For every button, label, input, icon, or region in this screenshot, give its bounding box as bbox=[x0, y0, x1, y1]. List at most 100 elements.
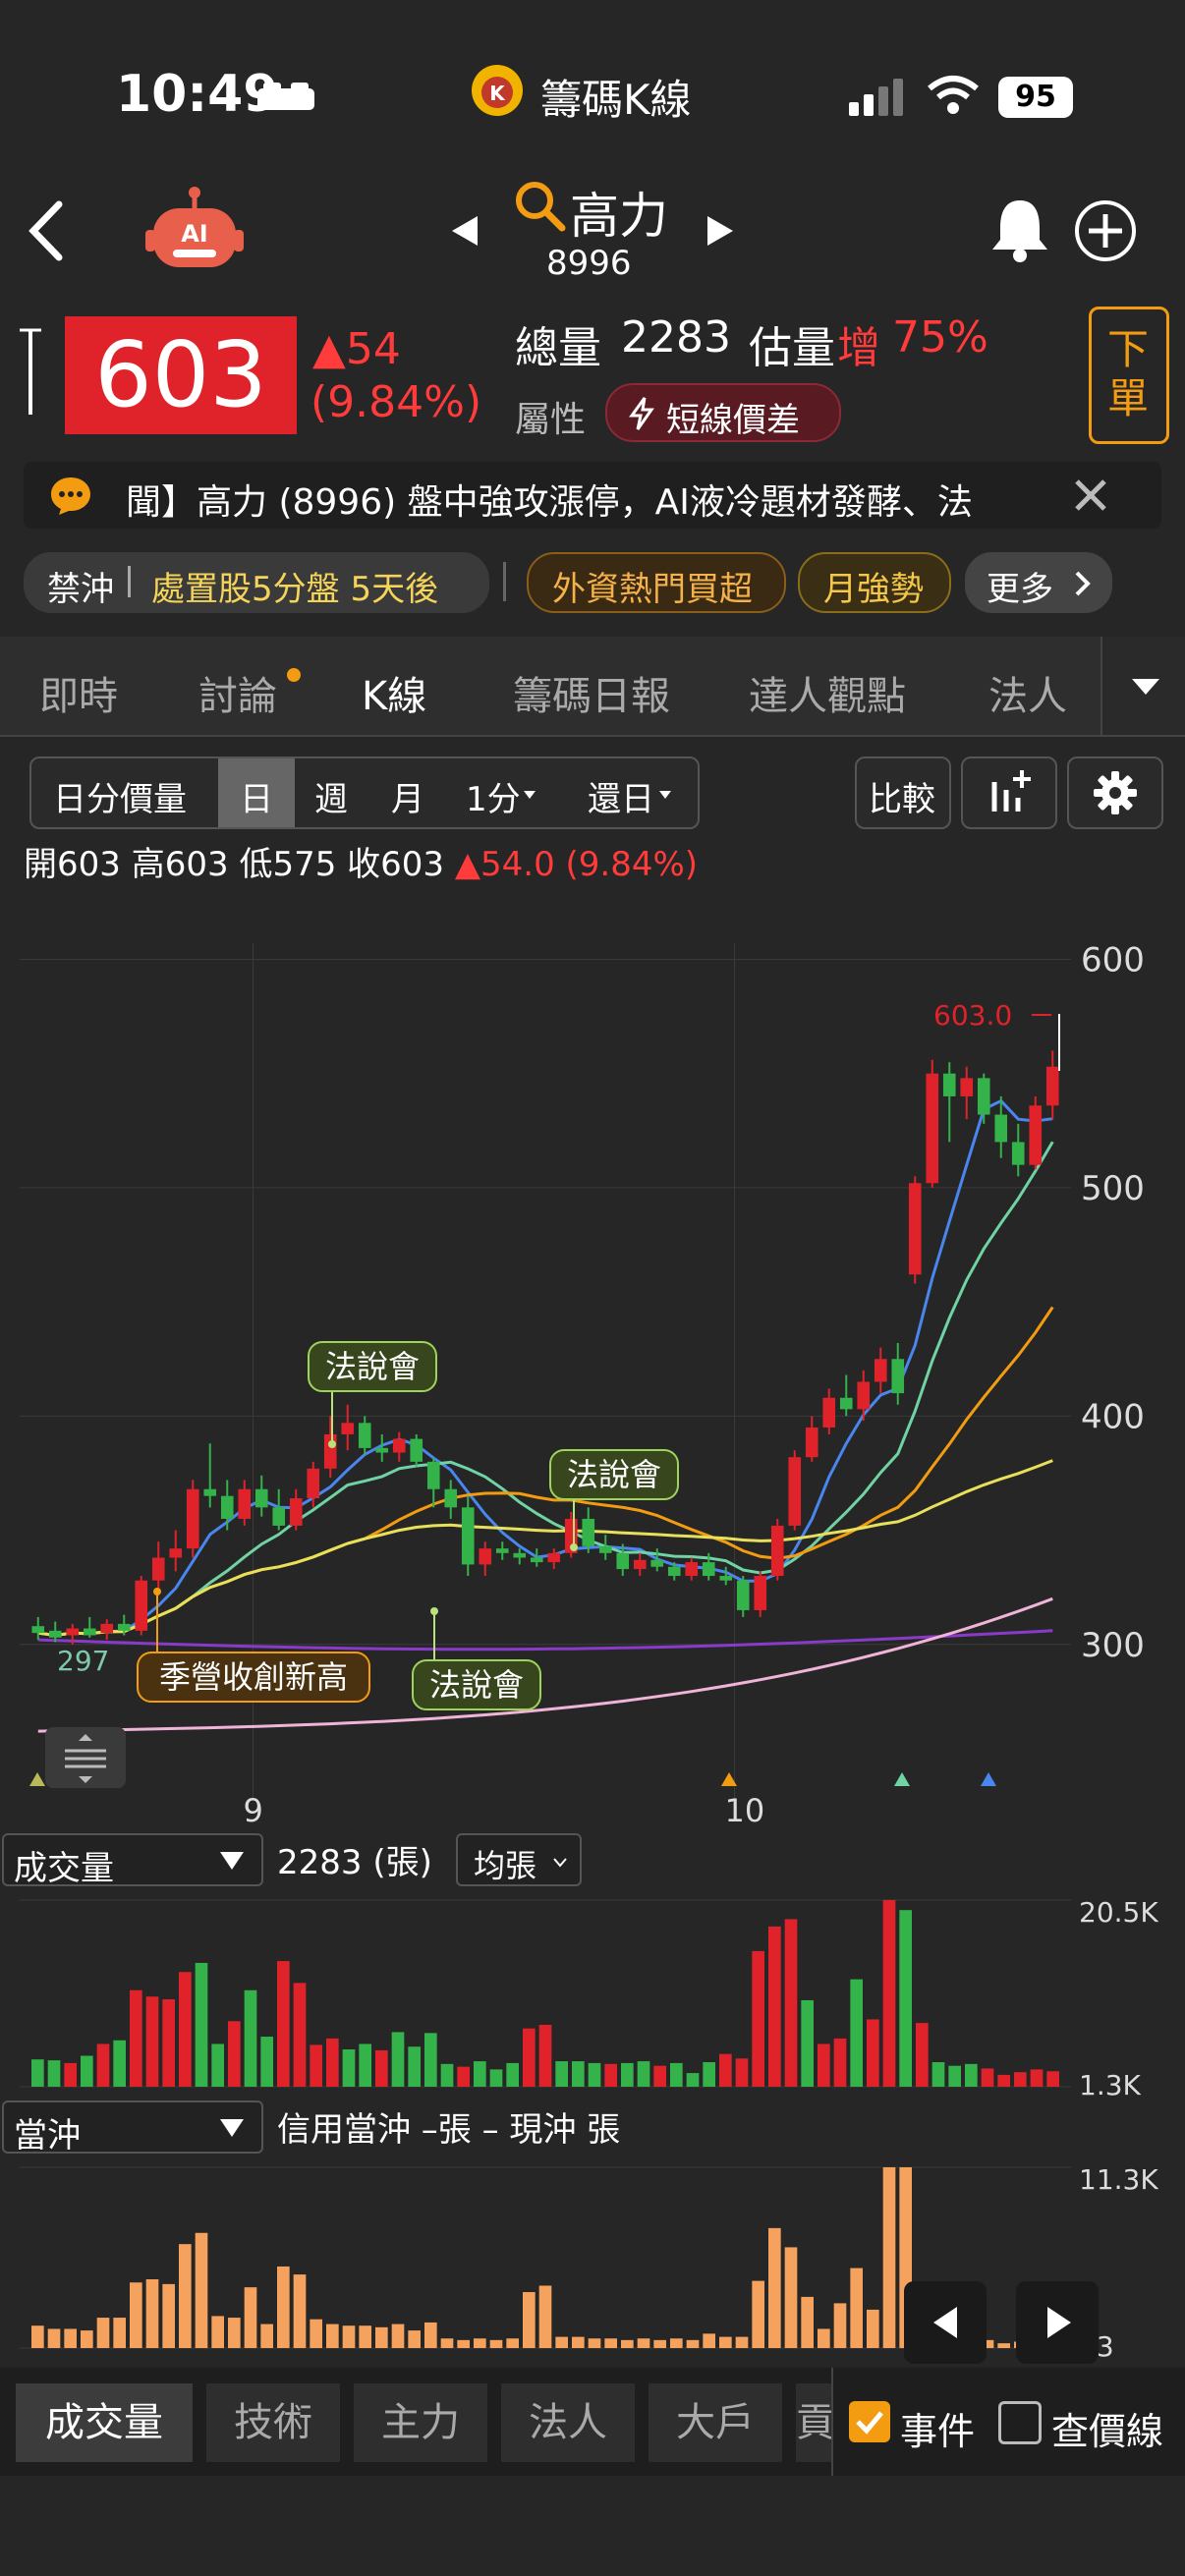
candle[interactable] bbox=[736, 1576, 750, 1617]
volume-bar[interactable] bbox=[359, 2044, 371, 2087]
candle[interactable] bbox=[719, 1566, 733, 1586]
volume-bar[interactable] bbox=[489, 2339, 503, 2348]
candle[interactable] bbox=[392, 1431, 406, 1462]
volume-bar[interactable] bbox=[342, 2049, 356, 2087]
volume-bar[interactable] bbox=[882, 2167, 896, 2348]
tabs-dropdown[interactable] bbox=[1100, 637, 1185, 735]
period-minute[interactable]: 1分 bbox=[466, 772, 521, 820]
volume-bar[interactable] bbox=[735, 2336, 749, 2348]
volume-bar[interactable] bbox=[703, 2061, 715, 2087]
volume-bar[interactable] bbox=[997, 2343, 1010, 2348]
next-stock-icon[interactable] bbox=[704, 212, 737, 250]
tag-foreign-buy[interactable]: 外資熱門買超 bbox=[527, 552, 786, 613]
price-line-checkbox[interactable] bbox=[998, 2401, 1042, 2444]
candle[interactable] bbox=[358, 1416, 371, 1455]
volume-bar[interactable] bbox=[408, 2330, 421, 2348]
volume-bar[interactable] bbox=[31, 2325, 44, 2348]
candle[interactable] bbox=[254, 1475, 268, 1517]
scroll-right-button[interactable] bbox=[1016, 2281, 1099, 2364]
volume-bar[interactable] bbox=[686, 2339, 700, 2348]
candle[interactable] bbox=[83, 1616, 96, 1638]
candle[interactable] bbox=[461, 1495, 475, 1577]
candle[interactable] bbox=[444, 1480, 458, 1519]
volume-bar[interactable] bbox=[64, 2328, 77, 2348]
close-icon[interactable] bbox=[1071, 476, 1110, 515]
volume-bar[interactable] bbox=[604, 2338, 617, 2348]
volume-bar[interactable] bbox=[621, 2062, 634, 2087]
volume-bar[interactable] bbox=[538, 2024, 552, 2087]
candle[interactable] bbox=[151, 1541, 165, 1590]
tab-institutions[interactable]: 法人 bbox=[501, 2383, 635, 2462]
volume-bar[interactable] bbox=[931, 2061, 945, 2087]
volume-bar[interactable] bbox=[440, 2063, 454, 2087]
volume-bar[interactable] bbox=[523, 2292, 536, 2348]
stock-name[interactable]: 高力 bbox=[570, 177, 668, 248]
prev-stock-icon[interactable] bbox=[448, 212, 481, 250]
volume-bar[interactable] bbox=[244, 1989, 257, 2087]
volume-bar[interactable] bbox=[96, 2044, 110, 2087]
volume-bar[interactable] bbox=[637, 2338, 650, 2348]
volume-bar[interactable] bbox=[752, 2280, 764, 2348]
volume-bar[interactable] bbox=[391, 2324, 405, 2348]
volume-bar[interactable] bbox=[326, 2038, 339, 2087]
volume-indicator-select[interactable]: 成交量 bbox=[2, 1833, 263, 1888]
volume-bar[interactable] bbox=[424, 2322, 437, 2348]
volume-bar[interactable] bbox=[457, 2339, 470, 2348]
candle[interactable] bbox=[289, 1488, 303, 1531]
volume-bar[interactable] bbox=[538, 2285, 552, 2348]
volume-bar[interactable] bbox=[211, 2316, 224, 2348]
volume-bar[interactable] bbox=[818, 2044, 830, 2087]
volume-bar[interactable] bbox=[228, 2021, 241, 2087]
volume-bar[interactable] bbox=[277, 1961, 290, 2087]
tab-discussion[interactable]: 討論 bbox=[198, 664, 277, 721]
tab-expert-view[interactable]: 達人觀點 bbox=[749, 664, 906, 721]
volume-bar[interactable] bbox=[719, 2053, 732, 2087]
tab-volume[interactable]: 成交量 bbox=[16, 2383, 193, 2462]
bell-icon[interactable] bbox=[988, 195, 1051, 263]
tab-kline[interactable]: K線 bbox=[362, 664, 426, 721]
volume-bar[interactable] bbox=[686, 2073, 700, 2087]
volume-bar[interactable] bbox=[653, 2339, 666, 2348]
candle[interactable] bbox=[272, 1488, 286, 1531]
volume-bar[interactable] bbox=[523, 2028, 536, 2087]
candle[interactable] bbox=[530, 1548, 543, 1567]
volume-bar[interactable] bbox=[195, 1962, 208, 2087]
volume-bar[interactable] bbox=[81, 2055, 93, 2087]
event-marker[interactable] bbox=[981, 1772, 996, 1786]
tab-realtime[interactable]: 即時 bbox=[39, 664, 118, 721]
volume-bar[interactable] bbox=[408, 2046, 421, 2087]
candle[interactable] bbox=[926, 1059, 939, 1188]
candle[interactable] bbox=[942, 1062, 956, 1143]
tab-main-force[interactable]: 主力 bbox=[354, 2383, 487, 2462]
add-indicator-button[interactable] bbox=[961, 756, 1057, 829]
volume-bar[interactable] bbox=[670, 2338, 683, 2348]
candle[interactable] bbox=[1045, 1050, 1059, 1120]
kline-chart[interactable]: 300 400 500 600 9 10 法說會 法說會 法說會 季營收創新高 297 6… bbox=[0, 914, 1185, 1837]
volume-unit-select[interactable]: 均張 bbox=[456, 1833, 582, 1886]
volume-bar[interactable] bbox=[31, 2059, 44, 2087]
volume-bar[interactable] bbox=[653, 2065, 666, 2087]
volume-bar[interactable] bbox=[867, 2019, 879, 2087]
candle[interactable] bbox=[857, 1370, 871, 1421]
period-day-active[interactable]: 日 bbox=[218, 758, 295, 827]
candle[interactable] bbox=[598, 1535, 612, 1560]
volume-bar[interactable] bbox=[850, 2268, 863, 2348]
volume-bar[interactable] bbox=[818, 2328, 830, 2348]
volume-bar[interactable] bbox=[211, 2044, 224, 2087]
volume-bar[interactable] bbox=[703, 2333, 715, 2348]
order-button[interactable]: 下單 bbox=[1089, 307, 1169, 444]
volume-bar[interactable] bbox=[260, 2037, 273, 2087]
candle[interactable] bbox=[100, 1619, 114, 1641]
tab-chip-daily[interactable]: 籌碼日報 bbox=[513, 664, 670, 721]
event-marker[interactable] bbox=[894, 1772, 910, 1786]
volume-bar[interactable] bbox=[1046, 2071, 1059, 2087]
volume-bar[interactable] bbox=[342, 2325, 356, 2348]
volume-bar[interactable] bbox=[506, 2338, 519, 2348]
volume-bar[interactable] bbox=[179, 2244, 192, 2348]
event-marker[interactable] bbox=[29, 1772, 45, 1786]
more-tags-button[interactable]: 更多 bbox=[965, 552, 1112, 613]
volume-bar[interactable] bbox=[260, 2324, 273, 2348]
event-checkbox[interactable] bbox=[849, 2401, 890, 2442]
volume-bar[interactable] bbox=[735, 2058, 749, 2087]
candle[interactable] bbox=[685, 1557, 699, 1581]
